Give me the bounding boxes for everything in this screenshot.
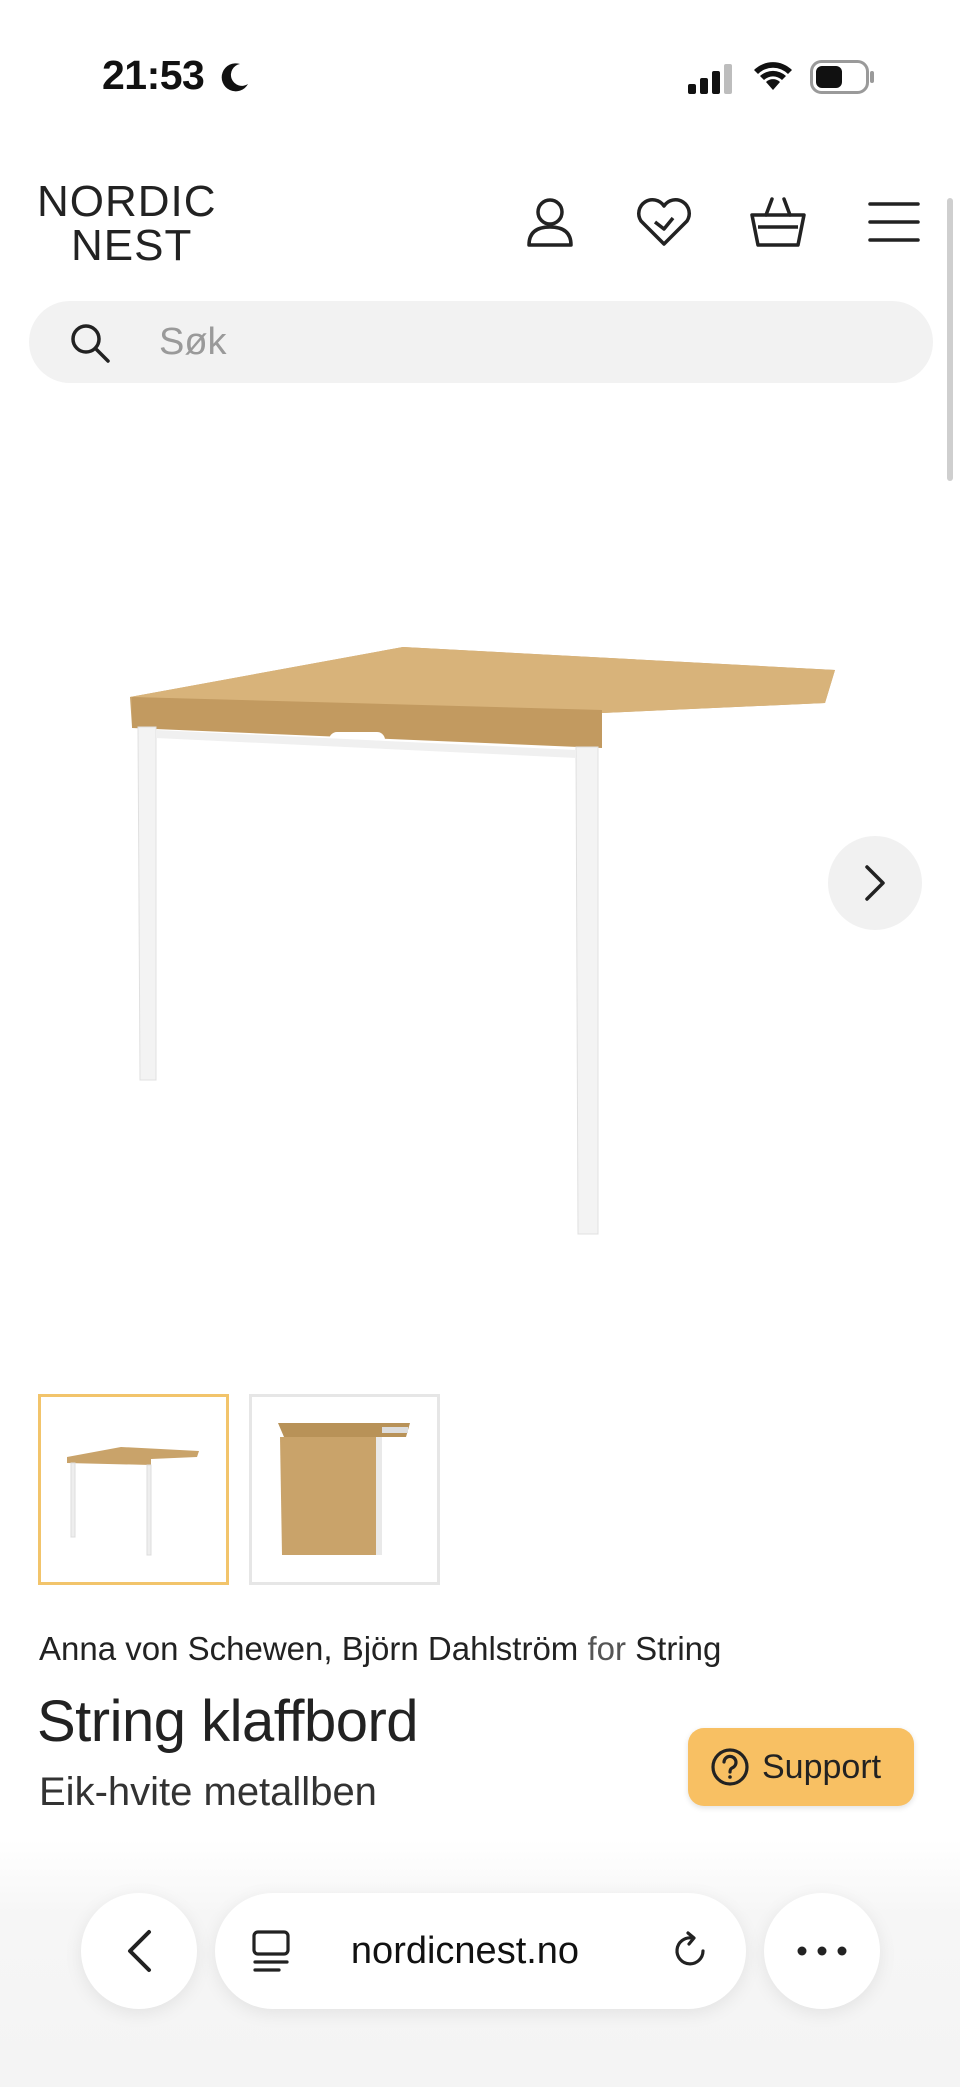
cart-basket-icon[interactable] xyxy=(748,192,808,252)
search-icon xyxy=(71,324,110,363)
reload-icon[interactable] xyxy=(670,1931,710,1971)
designer-1[interactable]: Anna von Schewen xyxy=(39,1630,323,1667)
for-word: for xyxy=(587,1630,626,1667)
help-question-icon xyxy=(711,1748,749,1786)
status-bar: 21:53 xyxy=(0,0,960,150)
support-label: Support xyxy=(762,1747,882,1786)
more-dots-icon xyxy=(797,1946,847,1956)
nordic-nest-logo[interactable]: NORDIC NEST xyxy=(37,180,227,268)
browser-back-button[interactable] xyxy=(81,1893,197,2009)
product-title: String klaffbord xyxy=(37,1689,419,1754)
cellular-signal-icon xyxy=(688,64,732,94)
thumbnail-2[interactable] xyxy=(249,1394,440,1585)
more-options-button[interactable] xyxy=(764,1893,880,2009)
product-variant: Eik-hvite metallben xyxy=(39,1770,377,1814)
support-button[interactable]: Support xyxy=(688,1728,914,1806)
status-time: 21:53 xyxy=(102,52,205,98)
wifi-icon xyxy=(754,62,792,90)
address-bar[interactable]: nordicnest.no xyxy=(215,1893,746,2009)
wishlist-heart-icon[interactable] xyxy=(634,192,694,252)
product-designers: Anna von Schewen, Björn Dahlström for St… xyxy=(39,1630,721,1668)
search-bar[interactable] xyxy=(29,301,933,383)
reader-mode-icon[interactable] xyxy=(251,1929,291,1973)
moon-icon xyxy=(221,63,248,92)
chevron-right-icon xyxy=(865,865,885,901)
designer-separator: , xyxy=(323,1630,333,1667)
logo-line-2: NEST xyxy=(71,221,193,270)
designer-2[interactable]: Björn Dahlström xyxy=(342,1630,579,1667)
thumbnail-table-open xyxy=(67,1447,199,1556)
menu-icon[interactable] xyxy=(864,192,924,252)
page-scrollbar[interactable] xyxy=(947,198,953,481)
account-icon[interactable] xyxy=(520,192,580,252)
url-text[interactable]: nordicnest.no xyxy=(315,1893,615,2009)
brand-link[interactable]: String xyxy=(635,1630,721,1667)
logo-line-1: NORDIC xyxy=(37,177,217,226)
battery-icon xyxy=(810,60,874,94)
next-image-button[interactable] xyxy=(828,836,922,930)
thumbnail-table-folded xyxy=(278,1423,410,1555)
chevron-left-icon xyxy=(128,1930,151,1972)
table-image[interactable] xyxy=(110,600,850,1300)
search-input[interactable] xyxy=(159,301,859,383)
thumbnail-1[interactable] xyxy=(38,1394,229,1585)
